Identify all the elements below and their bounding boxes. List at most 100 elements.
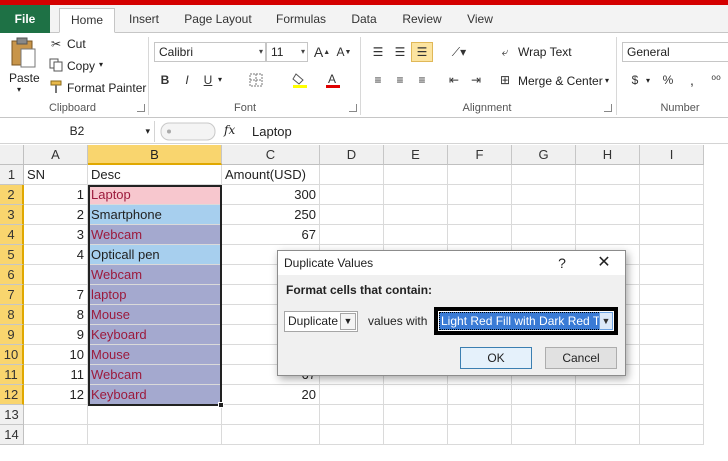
cell[interactable] xyxy=(320,185,384,205)
tab-data[interactable]: Data xyxy=(344,8,384,33)
decrease-font-icon[interactable]: A ▼ xyxy=(334,43,354,61)
align-center-icon[interactable]: ≡ xyxy=(390,71,410,89)
cell-sn[interactable]: 8 xyxy=(24,305,88,325)
cell[interactable] xyxy=(320,225,384,245)
cell[interactable] xyxy=(448,425,512,445)
cell[interactable] xyxy=(576,205,640,225)
cell-amount[interactable]: 67 xyxy=(222,225,320,245)
row-header-10[interactable]: 10 xyxy=(0,345,24,365)
tab-file[interactable]: File xyxy=(0,5,50,33)
row-header-9[interactable]: 9 xyxy=(0,325,24,345)
increase-indent-icon[interactable]: ⇥ xyxy=(466,71,486,89)
cell-amount[interactable]: 20 xyxy=(222,385,320,405)
row-header-1[interactable]: 1 xyxy=(0,165,24,185)
cell[interactable] xyxy=(640,405,704,425)
cell[interactable] xyxy=(320,425,384,445)
cell[interactable] xyxy=(640,185,704,205)
cell[interactable] xyxy=(448,205,512,225)
cell-desc[interactable]: Laptop xyxy=(88,185,222,205)
cell[interactable] xyxy=(640,245,704,265)
column-header-c[interactable]: C xyxy=(222,145,320,165)
cell[interactable] xyxy=(384,425,448,445)
cell[interactable] xyxy=(448,225,512,245)
cut-button[interactable]: Cut xyxy=(67,37,86,51)
underline-dropdown-icon[interactable]: ▾ xyxy=(218,75,222,84)
cell[interactable] xyxy=(384,165,448,185)
row-header-2[interactable]: 2 xyxy=(0,185,24,205)
column-header-d[interactable]: D xyxy=(320,145,384,165)
cell[interactable] xyxy=(640,205,704,225)
cell-header-sn[interactable]: SN xyxy=(24,165,88,185)
cell-desc[interactable]: Webcam xyxy=(88,265,222,285)
paste-dropdown-icon[interactable]: ▾ xyxy=(17,85,21,94)
cut-icon[interactable]: ✂ xyxy=(48,36,64,52)
merge-center-button[interactable]: Merge & Center xyxy=(518,74,603,88)
cell[interactable] xyxy=(384,405,448,425)
increase-decimal-icon[interactable]: ⁰⁰ xyxy=(708,71,724,89)
column-header-e[interactable]: E xyxy=(384,145,448,165)
row-header-13[interactable]: 13 xyxy=(0,405,24,425)
tab-home[interactable]: Home xyxy=(59,8,115,33)
row-header-8[interactable]: 8 xyxy=(0,305,24,325)
cell-desc[interactable]: Webcam xyxy=(88,225,222,245)
cell[interactable] xyxy=(640,385,704,405)
number-format-select[interactable]: General xyxy=(622,42,728,62)
format-painter-button[interactable]: Format Painter xyxy=(67,81,146,95)
cell[interactable] xyxy=(320,165,384,185)
help-icon[interactable]: ? xyxy=(552,251,572,275)
cell-sn[interactable]: 1 xyxy=(24,185,88,205)
cell[interactable] xyxy=(512,185,576,205)
cell-sn[interactable]: 4 xyxy=(24,245,88,265)
underline-button[interactable]: U xyxy=(199,71,217,89)
cell[interactable] xyxy=(576,385,640,405)
cell[interactable] xyxy=(640,425,704,445)
tab-view[interactable]: View xyxy=(460,8,500,33)
align-bottom-icon[interactable]: ☰ xyxy=(411,42,433,62)
cell[interactable] xyxy=(512,405,576,425)
cell-desc[interactable]: Smartphone xyxy=(88,205,222,225)
cell[interactable] xyxy=(512,225,576,245)
row-header-11[interactable]: 11 xyxy=(0,365,24,385)
fill-color-icon[interactable] xyxy=(289,71,311,89)
column-header-b[interactable]: B xyxy=(88,145,222,165)
paste-button[interactable]: Paste xyxy=(9,71,40,85)
cell-amount[interactable]: 300 xyxy=(222,185,320,205)
bold-button[interactable]: B xyxy=(156,71,174,89)
cell[interactable] xyxy=(222,425,320,445)
cell[interactable] xyxy=(512,425,576,445)
cell-amount[interactable]: 250 xyxy=(222,205,320,225)
cell[interactable] xyxy=(448,385,512,405)
row-header-7[interactable]: 7 xyxy=(0,285,24,305)
format-painter-icon[interactable] xyxy=(48,79,64,95)
cell[interactable] xyxy=(24,425,88,445)
column-header-a[interactable]: A xyxy=(24,145,88,165)
percent-button[interactable]: % xyxy=(660,71,676,89)
fx-icon[interactable]: fx xyxy=(224,123,235,137)
column-header-h[interactable]: H xyxy=(576,145,640,165)
duplicate-type-select[interactable]: Duplicate ▼ xyxy=(284,311,358,332)
cell[interactable] xyxy=(320,205,384,225)
cell[interactable] xyxy=(576,225,640,245)
align-top-icon[interactable]: ☰ xyxy=(368,43,388,61)
cell[interactable] xyxy=(88,425,222,445)
cell[interactable] xyxy=(384,205,448,225)
wrap-text-icon[interactable]: ⤶ xyxy=(497,43,513,61)
close-icon[interactable]: ✕ xyxy=(594,251,614,275)
format-style-select[interactable]: Light Red Fill with Dark Red Text ▼ xyxy=(434,307,618,335)
tab-review[interactable]: Review xyxy=(396,8,448,33)
cell[interactable] xyxy=(512,205,576,225)
fill-handle[interactable] xyxy=(218,402,224,408)
row-header-5[interactable]: 5 xyxy=(0,245,24,265)
cell[interactable] xyxy=(640,305,704,325)
cell[interactable] xyxy=(640,365,704,385)
font-launcher-icon[interactable] xyxy=(349,104,357,112)
cell-desc[interactable]: Mouse xyxy=(88,305,222,325)
tab-formulas[interactable]: Formulas xyxy=(270,8,332,33)
copy-button[interactable]: Copy xyxy=(67,59,95,73)
cancel-button[interactable]: Cancel xyxy=(545,347,617,369)
cell[interactable] xyxy=(448,185,512,205)
cell-sn[interactable]: 9 xyxy=(24,325,88,345)
copy-icon[interactable] xyxy=(48,57,64,73)
cell-sn[interactable] xyxy=(24,265,88,285)
borders-icon[interactable] xyxy=(245,71,267,89)
